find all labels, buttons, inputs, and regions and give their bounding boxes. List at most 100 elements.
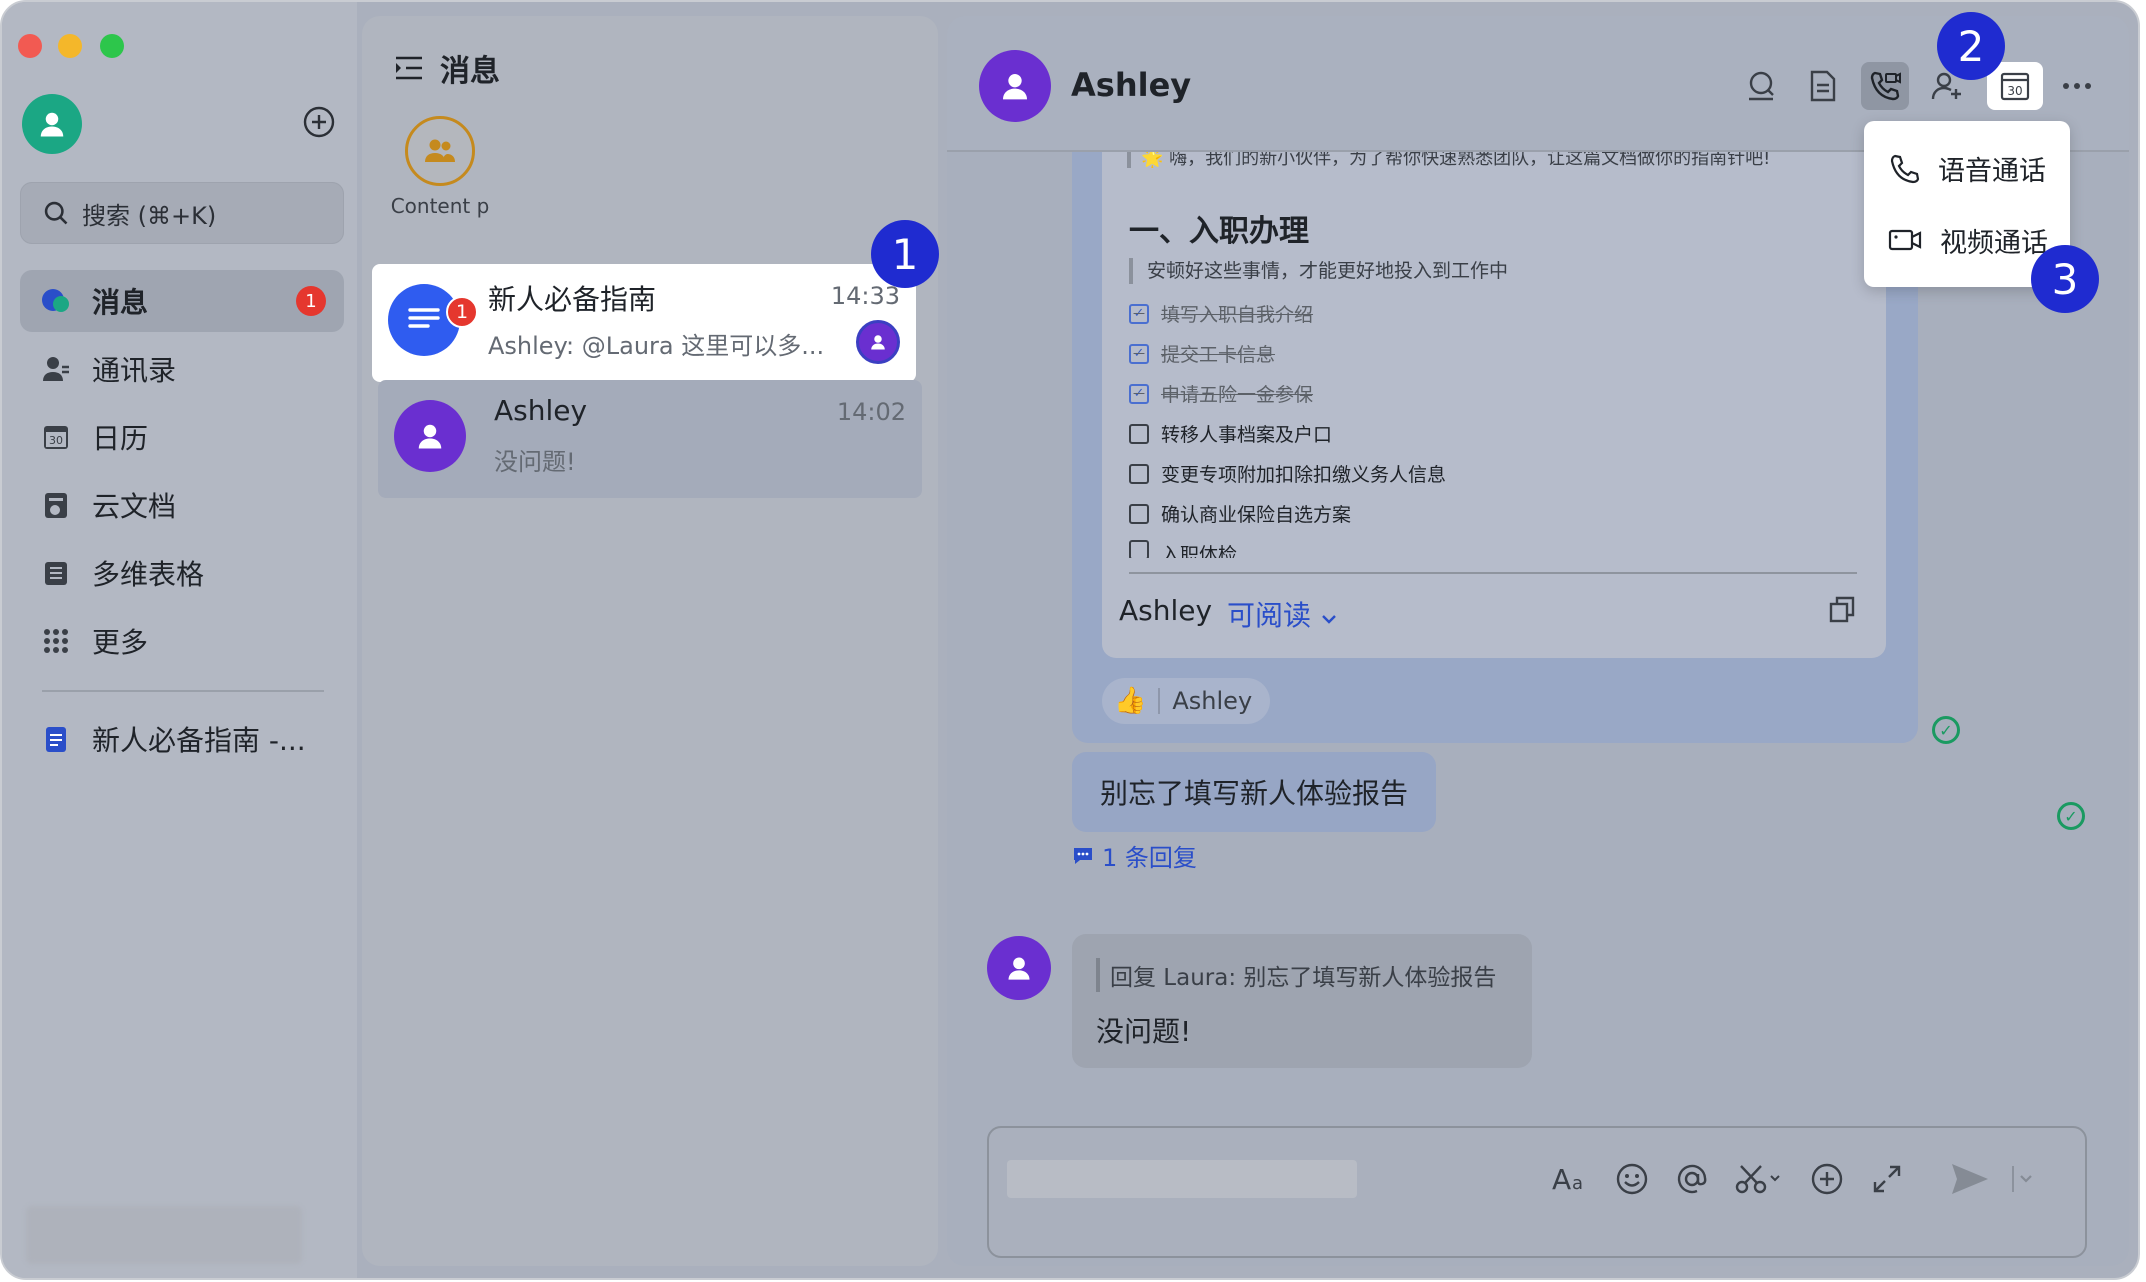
reaction-user: Ashley xyxy=(1172,687,1253,715)
doc-heading: 一、入职办理 xyxy=(1129,214,1309,249)
conversation-avatar xyxy=(394,400,466,472)
sidebar-item-more[interactable]: 更多 xyxy=(20,610,344,672)
mention-icon[interactable] xyxy=(1669,1156,1715,1202)
profile-footer[interactable] xyxy=(26,1206,302,1264)
sidebar-item-docs[interactable]: 云文档 xyxy=(20,474,344,536)
video-call-label: 视频通话 xyxy=(1940,227,2048,259)
search-box[interactable]: 搜索 (⌘+K) xyxy=(20,182,344,244)
font-icon[interactable]: Aa xyxy=(1549,1156,1595,1202)
conversation-preview: 没问题! xyxy=(494,448,576,476)
todo-item[interactable]: 转移人事档案及户口 xyxy=(1129,420,1332,447)
checkbox-icon xyxy=(1129,503,1149,524)
checkbox-icon xyxy=(1129,423,1149,444)
thread-icon xyxy=(1074,847,1092,864)
group-avatar xyxy=(405,116,475,186)
todo-text: 入职体检 xyxy=(1161,544,1238,558)
expand-icon[interactable] xyxy=(1864,1156,1910,1202)
chat-bubble-icon xyxy=(40,285,72,317)
sidebar-item-label: 消息 xyxy=(92,286,149,319)
svg-text:A: A xyxy=(1552,1163,1571,1195)
doc-permission-dropdown[interactable]: 可阅读 xyxy=(1227,594,1338,634)
add-icon[interactable] xyxy=(1804,1156,1850,1202)
todo-text: 申请五险一金参保 xyxy=(1161,384,1314,406)
contact-avatar[interactable] xyxy=(979,50,1051,122)
phone-icon xyxy=(1890,154,1920,184)
grid-dots-icon xyxy=(40,625,72,657)
send-icon[interactable] xyxy=(1947,1156,1993,1202)
doc-owner: Ashley xyxy=(1119,594,1213,627)
mention-avatar xyxy=(856,320,900,364)
user-avatar[interactable] xyxy=(22,94,82,154)
doc-icon xyxy=(40,723,72,755)
todo-item[interactable]: ✓ 填写入职自我介绍 xyxy=(1129,300,1313,327)
message-bubble[interactable]: 别忘了填写新人体验报告 xyxy=(1072,752,1437,832)
sidebar: 搜索 (⌘+K) 消息 1 通讯录 30 日历 云文档 多维表格 更多 新人必备… xyxy=(2,2,357,1278)
unread-badge: 1 xyxy=(446,296,478,328)
conversation-name: 新人必备指南 xyxy=(488,283,657,316)
composer-input[interactable] xyxy=(1007,1160,1357,1198)
reply-message-bubble[interactable]: 回复 Laura: 别忘了填写新人体验报告 没问题! xyxy=(1072,934,1532,1068)
conversation-name: Ashley xyxy=(494,394,588,427)
thread-replies-label: 1 条回复 xyxy=(1102,844,1197,872)
voice-call-menu-item[interactable]: 语音通话 xyxy=(1864,132,2070,204)
message-composer[interactable]: Aa xyxy=(987,1126,2087,1258)
copy-icon[interactable] xyxy=(1827,594,1857,624)
pinned-contact[interactable]: Content p xyxy=(380,116,500,218)
sidebar-item-label: 云文档 xyxy=(92,490,177,523)
emoji-icon[interactable] xyxy=(1609,1156,1655,1202)
doc-icon[interactable] xyxy=(1799,62,1847,110)
sidebar-item-label: 新人必备指南 -... xyxy=(92,724,306,757)
sender-avatar[interactable] xyxy=(987,936,1051,1000)
todo-item[interactable]: 入职体检 xyxy=(1129,540,1237,558)
doc-card-divider xyxy=(1129,572,1857,574)
person-icon xyxy=(418,424,442,449)
close-window-button[interactable] xyxy=(18,34,42,58)
doc-lines-icon xyxy=(408,308,440,328)
todo-text: 变更专项附加扣除扣缴义务人信息 xyxy=(1161,464,1447,486)
conversation-item[interactable]: 1 新人必备指南 14:33 Ashley: @Laura 这里可以多... xyxy=(372,264,916,382)
conversation-item[interactable]: Ashley 14:02 没问题! xyxy=(378,380,922,498)
person-icon xyxy=(1008,957,1030,980)
step-marker-1: 1 xyxy=(871,220,939,288)
conversation-list: 消息 Content p 1 新人必备指南 14:33 Ashley: @Lau… xyxy=(362,16,938,1266)
more-options-icon[interactable] xyxy=(2053,62,2101,110)
table-icon xyxy=(40,557,72,589)
thumbs-up-emoji: 👍 xyxy=(1114,686,1147,716)
todo-item[interactable]: ✓ 提交工卡信息 xyxy=(1129,340,1275,367)
zoom-window-button[interactable] xyxy=(100,34,124,58)
sidebar-item-contacts[interactable]: 通讯录 xyxy=(20,338,344,400)
sidebar-item-messages[interactable]: 消息 1 xyxy=(20,270,344,332)
send-options-chevron-icon[interactable] xyxy=(2009,1156,2039,1202)
collapse-list-icon[interactable] xyxy=(394,55,424,81)
read-check-icon: ✓ xyxy=(1932,716,1960,744)
sidebar-item-label: 更多 xyxy=(92,626,149,659)
sidebar-item-calendar[interactable]: 30 日历 xyxy=(20,406,344,468)
svg-text:30: 30 xyxy=(49,434,63,447)
svg-text:a: a xyxy=(1572,1173,1583,1194)
search-icon xyxy=(44,201,68,225)
sidebar-item-bitable[interactable]: 多维表格 xyxy=(20,542,344,604)
checkbox-checked-icon: ✓ xyxy=(1129,343,1149,364)
scissors-icon[interactable] xyxy=(1729,1156,1789,1202)
doc-quote: 安顿好这些事情，才能更好地投入到工作中 xyxy=(1129,258,1508,284)
add-circle-icon[interactable] xyxy=(302,105,336,139)
todo-item[interactable]: 确认商业保险自选方案 xyxy=(1129,500,1351,527)
todo-text: 提交工卡信息 xyxy=(1161,344,1276,366)
todo-item[interactable]: 变更专项附加扣除扣缴义务人信息 xyxy=(1129,460,1446,487)
search-chat-icon[interactable] xyxy=(1737,62,1785,110)
chat-list-title: 消息 xyxy=(440,54,500,89)
reaction-separator xyxy=(1158,688,1161,714)
sidebar-pinned-doc[interactable]: 新人必备指南 -... xyxy=(20,708,344,770)
person-icon xyxy=(40,112,64,137)
conversation-time: 14:33 xyxy=(830,282,900,310)
todo-text: 转移人事档案及户口 xyxy=(1161,424,1333,446)
contacts-icon xyxy=(40,353,72,385)
todo-item[interactable]: ✓ 申请五险一金参保 xyxy=(1129,380,1313,407)
conversation-time: 14:02 xyxy=(836,398,906,426)
todo-text: 确认商业保险自选方案 xyxy=(1161,504,1352,526)
minimize-window-button[interactable] xyxy=(58,34,82,58)
chat-list-header: 消息 xyxy=(394,46,500,90)
reaction-chip[interactable]: 👍 Ashley xyxy=(1102,678,1271,724)
thread-replies-link[interactable]: 1 条回复 xyxy=(1072,838,1197,873)
call-button[interactable] xyxy=(1861,62,1909,110)
